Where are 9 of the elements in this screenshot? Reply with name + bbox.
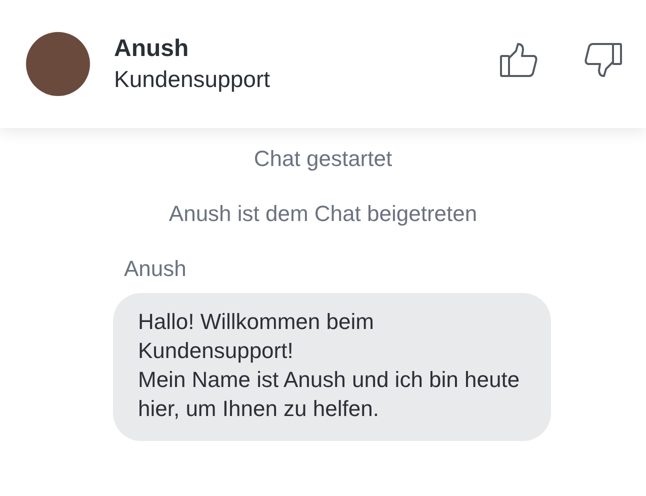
chat-event-text: Anush ist dem Chat beigetreten xyxy=(168,201,478,226)
agent-name: Anush xyxy=(114,34,190,64)
thumbs-up-icon[interactable] xyxy=(500,43,538,77)
chat-event-text: Chat gestartet xyxy=(254,146,392,171)
sender-name: Anush xyxy=(124,256,186,281)
message-text: Hallo! Willkommen beim Kundensupport! xyxy=(138,308,375,365)
message-text: Mein Name ist Anush und ich bin heute hier, um Ihnen zu helfen. xyxy=(138,366,521,423)
agent-role: Kundensupport xyxy=(114,65,270,94)
thumbs-down-icon[interactable] xyxy=(584,43,622,77)
